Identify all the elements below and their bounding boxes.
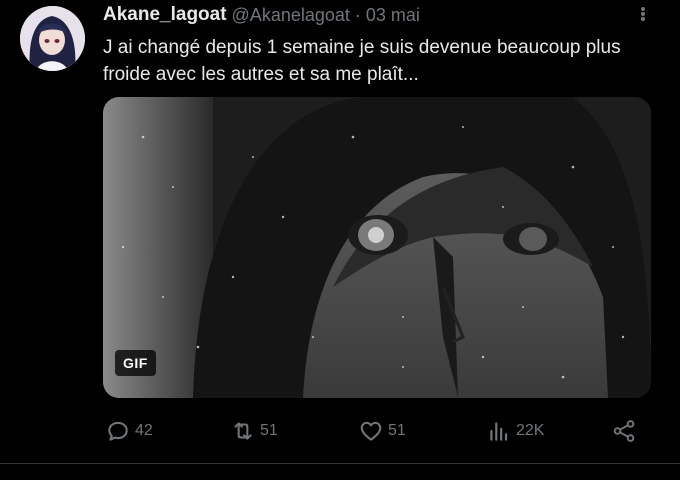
more-icon[interactable]: [634, 6, 652, 22]
separator-dot: ·: [354, 4, 361, 25]
like-button[interactable]: 51: [358, 417, 406, 445]
gif-badge: GIF: [115, 350, 156, 376]
author-name[interactable]: Akane_lagoat: [103, 4, 227, 26]
action-bar: 42 51 51 22K: [103, 417, 643, 445]
views-chart-icon: [490, 422, 508, 441]
tweet-header: Akane_lagoat @Akanelagoat · 03 mai: [103, 4, 420, 26]
heart-icon: [360, 421, 382, 441]
views-button[interactable]: 22K: [486, 417, 544, 445]
views-count: 22K: [516, 422, 545, 439]
tweet-media-gif[interactable]: GIF: [103, 97, 651, 398]
tweet-date[interactable]: 03 mai: [366, 5, 420, 26]
gif-frame: [103, 97, 651, 398]
share-button[interactable]: [611, 417, 641, 445]
repost-icon: [234, 422, 252, 440]
reply-button[interactable]: 42: [105, 417, 153, 445]
reply-icon: [108, 421, 128, 441]
like-count: 51: [388, 422, 406, 439]
avatar[interactable]: [20, 6, 85, 71]
repost-count: 51: [260, 422, 278, 439]
tweet-text: J ai changé depuis 1 semaine je suis dev…: [103, 37, 621, 85]
repost-button[interactable]: 51: [230, 417, 278, 445]
share-icon: [613, 420, 635, 442]
author-handle[interactable]: @Akanelagoat: [232, 5, 350, 26]
divider: [0, 463, 680, 464]
reply-count: 42: [135, 422, 153, 439]
